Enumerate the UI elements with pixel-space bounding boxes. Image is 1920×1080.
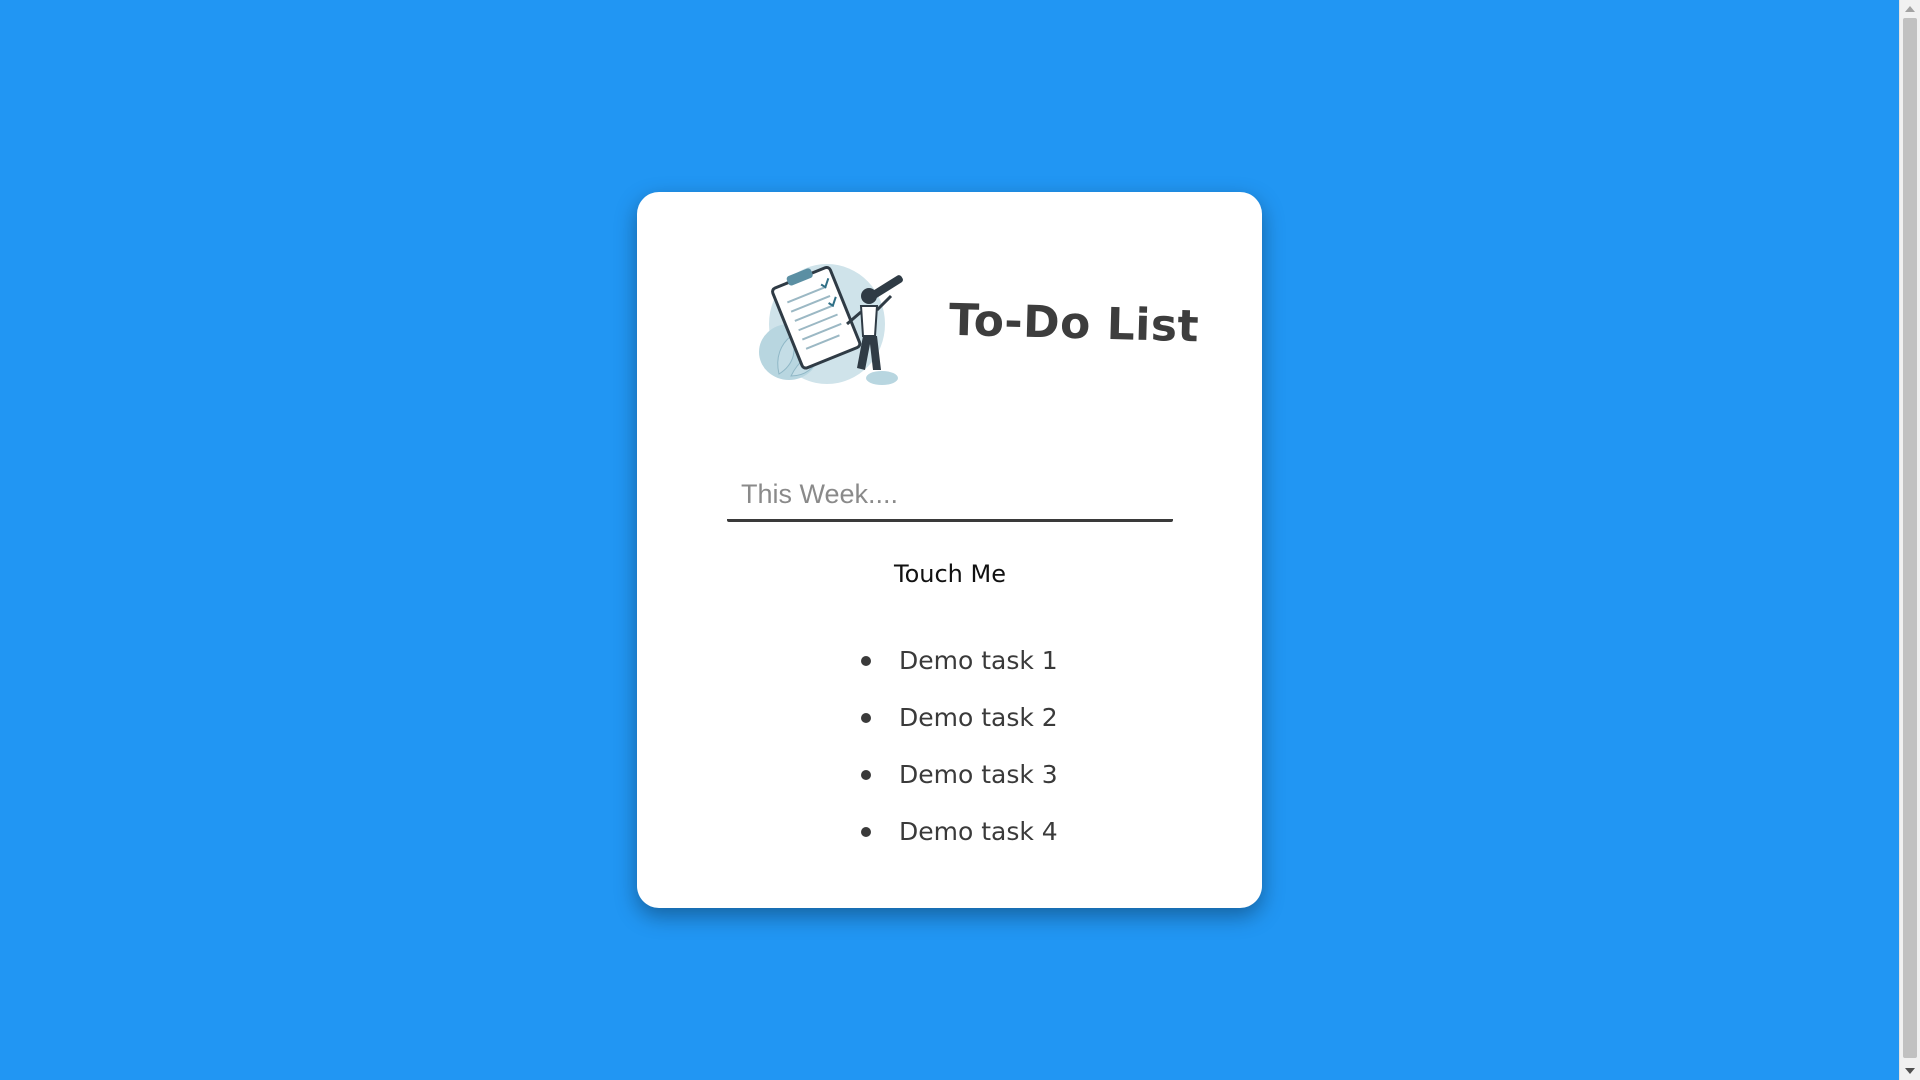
viewport: To-Do List Touch Me Demo task 1 Demo tas… [0, 0, 1899, 1080]
add-task-button[interactable]: Touch Me [837, 552, 1063, 596]
scroll-down-icon[interactable] [1905, 1068, 1915, 1074]
header: To-Do List [757, 252, 1200, 394]
task-item[interactable]: Demo task 4 [861, 803, 1486, 860]
task-label: Demo task 4 [899, 817, 1058, 846]
scroll-up-icon[interactable] [1905, 6, 1915, 12]
page-title: To-Do List [948, 294, 1200, 352]
task-item[interactable]: Demo task 1 [861, 632, 1486, 689]
task-item[interactable]: Demo task 2 [861, 689, 1486, 746]
bullet-icon [861, 712, 871, 723]
task-label: Demo task 3 [899, 760, 1058, 789]
task-label: Demo task 2 [899, 703, 1058, 732]
task-input[interactable] [727, 470, 1173, 522]
task-item[interactable]: Demo task 3 [861, 746, 1486, 803]
task-label: Demo task 1 [899, 646, 1058, 675]
todo-clipboard-illustration [759, 264, 903, 385]
vertical-scrollbar[interactable] [1899, 0, 1920, 1080]
bullet-icon [861, 655, 871, 666]
scrollbar-thumb[interactable] [1903, 18, 1917, 1058]
bullet-icon [861, 769, 871, 780]
page: To-Do List Touch Me Demo task 1 Demo tas… [0, 0, 1920, 1080]
todo-card: To-Do List Touch Me Demo task 1 Demo tas… [637, 192, 1262, 908]
task-list: Demo task 1 Demo task 2 Demo task 3 Demo… [637, 632, 1262, 860]
bullet-icon [861, 826, 871, 837]
